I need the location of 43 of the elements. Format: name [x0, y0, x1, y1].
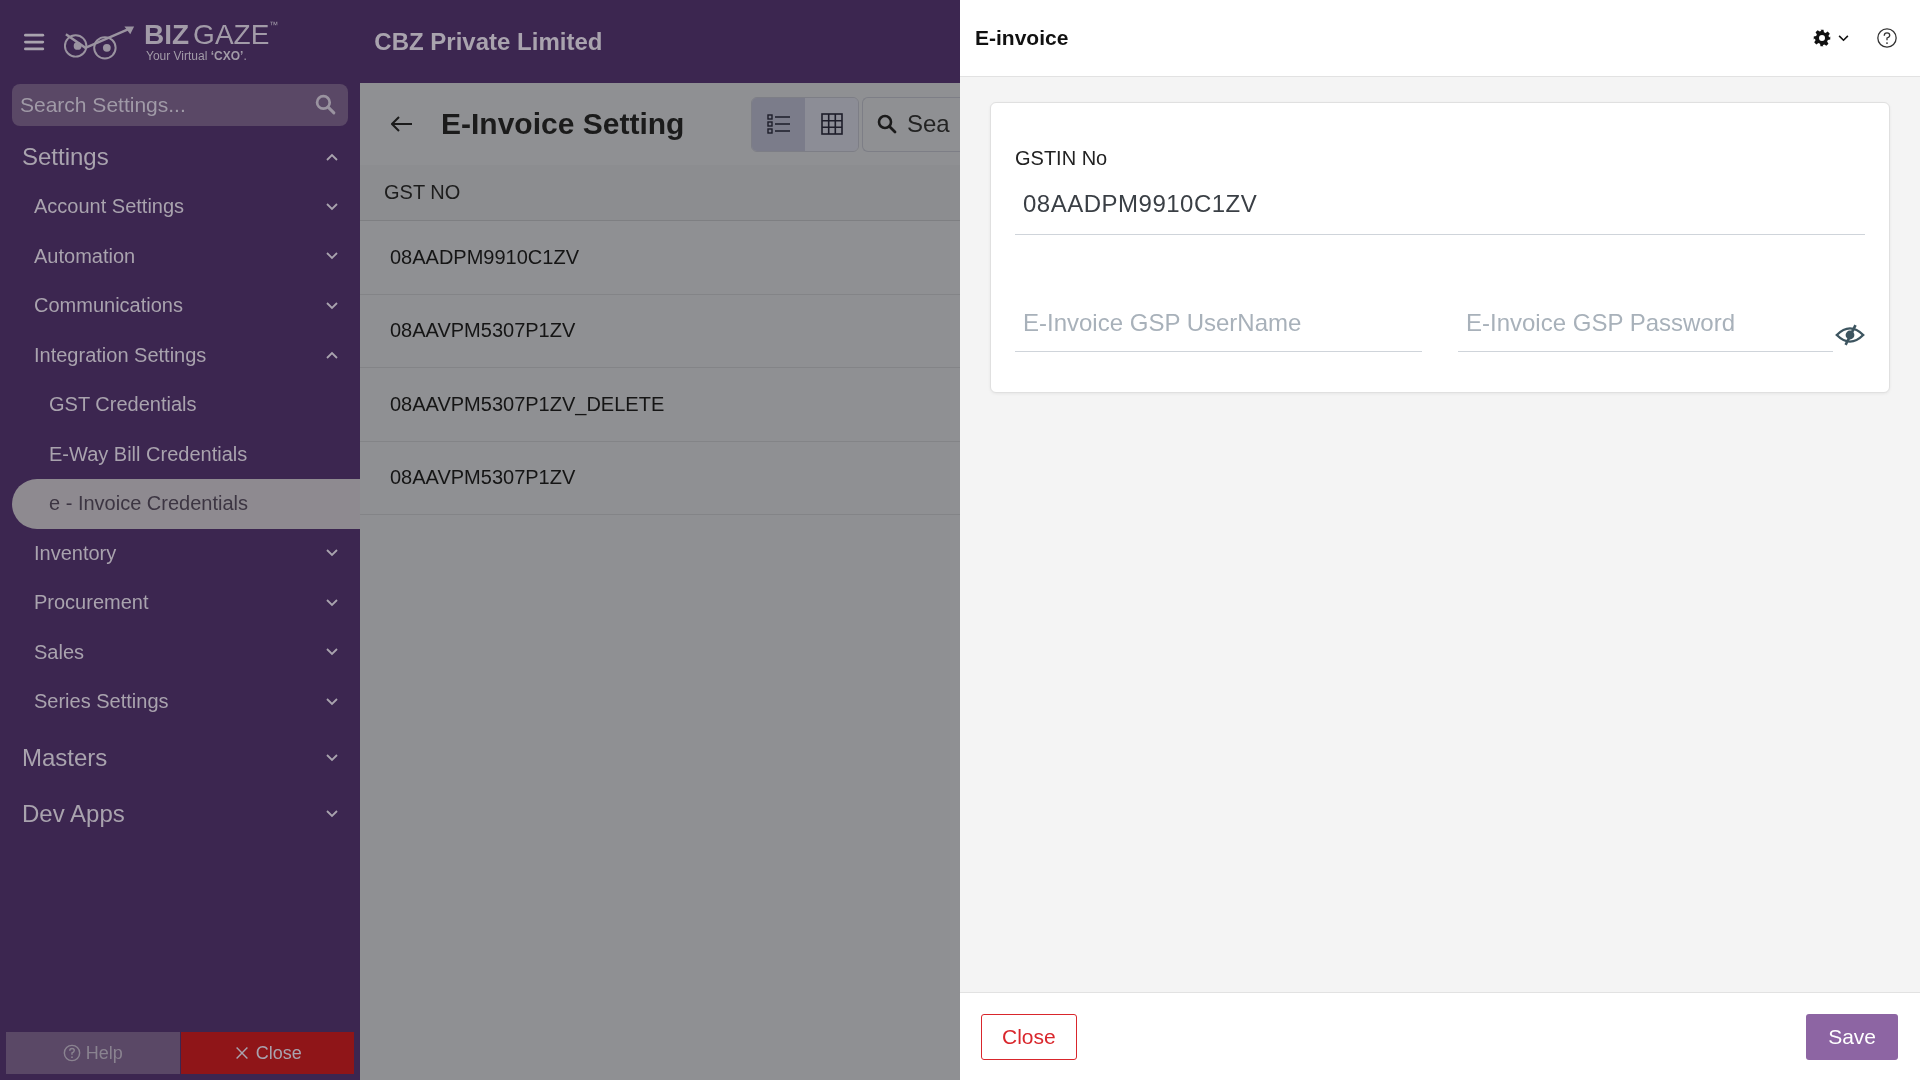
logo-text: GAZE — [193, 20, 270, 49]
help-icon[interactable] — [1876, 27, 1898, 49]
page-title: E-Invoice Setting — [441, 107, 686, 141]
grid-icon — [819, 113, 844, 135]
drawer-title: E-invoice — [975, 26, 1070, 50]
close-button[interactable]: Close — [180, 1032, 354, 1074]
save-button[interactable]: Save — [1806, 1013, 1898, 1060]
back-arrow-icon[interactable] — [391, 116, 413, 132]
sidebar-item[interactable]: Communications — [0, 281, 360, 331]
column-header: GST NO — [384, 181, 461, 204]
trademark-mark: ™ — [269, 20, 279, 30]
logo-tagline: Your Virtual ‘CXO’. — [146, 48, 248, 63]
search-field[interactable]: Search Settings... — [12, 84, 348, 126]
close-button[interactable]: Close — [981, 1013, 1077, 1060]
help-icon — [62, 1044, 81, 1062]
sidebar-section[interactable]: Settings — [0, 132, 360, 182]
company-name: CBZ Private Limited — [374, 27, 603, 56]
list-icon — [766, 113, 791, 135]
menu-icon[interactable] — [24, 31, 46, 52]
search-icon — [877, 114, 897, 134]
sidebar-item[interactable]: Account Settings — [0, 182, 360, 232]
table-cell: 08AADPM9910C1ZV — [390, 245, 579, 269]
table-cell: 08AAVPM5307P1ZV — [390, 466, 576, 490]
search-icon[interactable] — [315, 94, 336, 115]
eye-slash-icon[interactable] — [1835, 324, 1865, 346]
sidebar-item[interactable]: Procurement — [0, 578, 360, 628]
settings-icon[interactable] — [1813, 29, 1831, 47]
sidebar-section[interactable]: Masters — [0, 732, 360, 783]
sidebar-item[interactable]: Automation — [0, 231, 360, 281]
sidebar-item[interactable]: Inventory — [0, 528, 360, 578]
sidebar-subitem[interactable]: e - Invoice Credentials — [12, 479, 360, 529]
chevron-icon[interactable] — [1838, 34, 1849, 42]
sidebar-subitem[interactable]: GST Credentials — [12, 380, 360, 430]
field-label: GSTIN No — [1015, 147, 1109, 170]
table-cell: 08AAVPM5307P1ZV_DELETE — [390, 392, 665, 416]
sidebar-item[interactable]: Series Settings — [0, 677, 360, 727]
sidebar-item[interactable]: Integration Settings — [0, 330, 360, 380]
sidebar-item[interactable]: Sales — [0, 627, 360, 677]
table-cell: 08AAVPM5307P1ZV — [390, 319, 576, 343]
logo-text: BIZ — [144, 20, 190, 49]
sidebar-section[interactable]: Dev Apps — [0, 788, 360, 839]
list-view-button[interactable] — [752, 97, 805, 151]
sidebar-subitem[interactable]: E-Way Bill Credentials — [12, 429, 360, 479]
